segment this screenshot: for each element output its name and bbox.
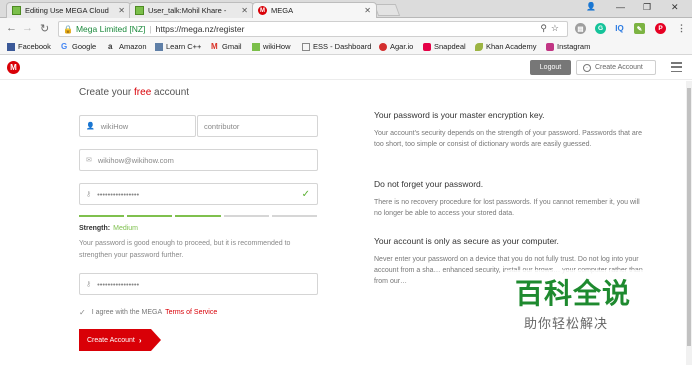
snapdeal-icon: [423, 42, 431, 51]
email-field[interactable]: ✉ wikihow@wikihow.com: [79, 149, 318, 171]
reload-icon[interactable]: ↻: [40, 22, 49, 35]
mail-icon: ✉: [86, 157, 92, 164]
info-heading: Your account is only as secure as your c…: [374, 236, 559, 246]
wikihow-icon: [12, 6, 21, 15]
address-bar[interactable]: 🔒 Mega Limited [NZ] | https://mega.nz/re…: [58, 21, 568, 37]
evernote-icon[interactable]: ✎: [634, 23, 645, 34]
wikihow-icon: [135, 6, 144, 15]
page-icon: [302, 42, 310, 51]
browser-toolbar: ← → ↻ 🔒 Mega Limited [NZ] | https://mega…: [0, 18, 692, 39]
info-text: There is no recovery procedure for lost …: [374, 199, 640, 217]
user-icon: 👤: [86, 123, 95, 130]
bookmark-google[interactable]: G Google: [61, 42, 96, 51]
create-account-button[interactable]: · Create Account: [576, 60, 656, 75]
checkmark-icon: ✓: [301, 188, 310, 200]
bookmark-amazon[interactable]: a Amazon: [108, 42, 147, 51]
tab-mega[interactable]: M MEGA ✕: [252, 2, 377, 18]
bookmark-learn-cpp[interactable]: Learn C++: [155, 42, 201, 51]
mega-logo[interactable]: M: [7, 61, 20, 74]
new-tab-button[interactable]: [373, 4, 401, 16]
khan-academy-icon: [475, 42, 483, 51]
maximize-icon[interactable]: ❐: [643, 2, 651, 13]
strength-value: Medium: [113, 225, 139, 232]
agree-checkbox[interactable]: ✓: [79, 308, 86, 317]
info-heading: Your password is your master encryption …: [374, 110, 545, 120]
gmail-icon: M: [211, 41, 218, 51]
agario-icon: [379, 42, 387, 51]
info-heading: Do not forget your password.: [374, 179, 484, 189]
divider: |: [149, 24, 152, 34]
search-icon[interactable]: ⚲: [540, 23, 551, 33]
bookmark-khan-academy[interactable]: Khan Academy: [475, 42, 536, 51]
tab-user-talk[interactable]: User_talk:Mohil Khare - ✕: [129, 2, 254, 18]
tab-title: User_talk:Mohil Khare -: [148, 6, 227, 15]
browser-menu-icon[interactable]: ⋮: [676, 23, 687, 34]
logout-button[interactable]: Logout: [530, 60, 571, 75]
learncpp-icon: [155, 42, 163, 51]
omnibox-actions: ⚲☆: [540, 23, 563, 34]
close-icon[interactable]: ✕: [241, 6, 248, 15]
strength-indicator: Strength: Medium: [79, 225, 139, 232]
bookmark-facebook[interactable]: Facebook: [7, 42, 51, 51]
terms-agreement: ✓ I agree with the MEGA Terms of Service: [79, 308, 218, 317]
wikihow-icon: [252, 42, 260, 51]
chevron-right-icon: ›: [138, 335, 142, 345]
terms-of-service-link[interactable]: Terms of Service: [165, 309, 217, 316]
bookmark-agario[interactable]: Agar.io: [379, 42, 413, 51]
user-circle-icon: ·: [583, 63, 591, 72]
instagram-icon: [546, 42, 554, 51]
url-text: https://mega.nz/register: [155, 24, 245, 34]
bookmark-wikihow[interactable]: wikiHow: [252, 42, 291, 51]
back-icon[interactable]: ←: [6, 22, 17, 34]
confirm-password-field[interactable]: ⚷ ••••••••••••••••: [79, 273, 318, 295]
forward-icon[interactable]: →: [22, 22, 33, 34]
create-account-label: Create Account: [595, 64, 643, 71]
info-text: Your account's security depends on the s…: [374, 130, 643, 148]
profile-icon[interactable]: 👤: [586, 2, 596, 11]
page-scrollbar[interactable]: [686, 81, 692, 365]
tab-title: MEGA: [271, 6, 294, 15]
watermark-title: 百科全说: [515, 278, 632, 309]
create-account-submit-button[interactable]: Create Account ›: [79, 329, 161, 351]
close-icon[interactable]: ✕: [364, 6, 371, 15]
tab-title: Editing Use MEGA Cloud: [25, 6, 109, 15]
last-name-field[interactable]: contributor: [197, 115, 318, 137]
bookmark-snapdeal[interactable]: Snapdeal: [423, 42, 466, 51]
window-close-icon[interactable]: ✕: [671, 2, 679, 13]
info-block-forget: Do not forget your password. There is no…: [374, 179, 644, 219]
close-icon[interactable]: ✕: [118, 6, 125, 15]
grammarly-icon[interactable]: G: [595, 23, 606, 34]
bookmarks-bar: Facebook G Google a Amazon Learn C++ M Gmai…: [0, 39, 692, 55]
print-extension-icon[interactable]: ▤: [575, 23, 586, 34]
amazon-icon: a: [108, 41, 113, 51]
free-highlight: free: [134, 87, 152, 98]
iq-extension-icon[interactable]: IQ: [614, 23, 625, 34]
google-icon: G: [61, 41, 68, 51]
password-field[interactable]: ⚷ •••••••••••••••• ✓: [79, 183, 318, 205]
lock-icon: 🔒: [63, 24, 73, 34]
info-block-encryption: Your password is your master encryption …: [374, 110, 644, 150]
key-icon: ⚷: [86, 191, 92, 198]
facebook-icon: [7, 42, 15, 51]
hamburger-menu-icon[interactable]: [671, 62, 682, 72]
password-strength-meter: [79, 215, 318, 217]
secure-label: Mega Limited [NZ]: [75, 24, 146, 34]
minimize-icon[interactable]: —: [616, 2, 625, 12]
pinterest-icon[interactable]: P: [655, 23, 666, 34]
tab-editing-mega[interactable]: Editing Use MEGA Cloud ✕: [6, 2, 131, 18]
bookmark-instagram[interactable]: Instagram: [546, 42, 590, 51]
mega-icon: M: [258, 6, 267, 15]
bookmark-star-icon[interactable]: ☆: [551, 23, 563, 33]
mega-header: M Logout · Create Account: [0, 56, 692, 80]
scrollbar-thumb[interactable]: [687, 88, 691, 346]
first-name-field[interactable]: 👤 wikiHow: [79, 115, 196, 137]
form-title: Create your free account: [79, 87, 190, 98]
key-icon: ⚷: [86, 281, 92, 288]
browser-tab-strip: Editing Use MEGA Cloud ✕ User_talk:Mohil…: [0, 0, 692, 18]
strength-message: Your password is good enough to proceed,…: [79, 240, 291, 259]
watermark-subtitle: 助你轻松解决: [524, 316, 609, 331]
bookmark-gmail[interactable]: M Gmail: [211, 42, 242, 51]
bookmark-ess-dashboard[interactable]: ESS - Dashboard: [302, 42, 371, 51]
